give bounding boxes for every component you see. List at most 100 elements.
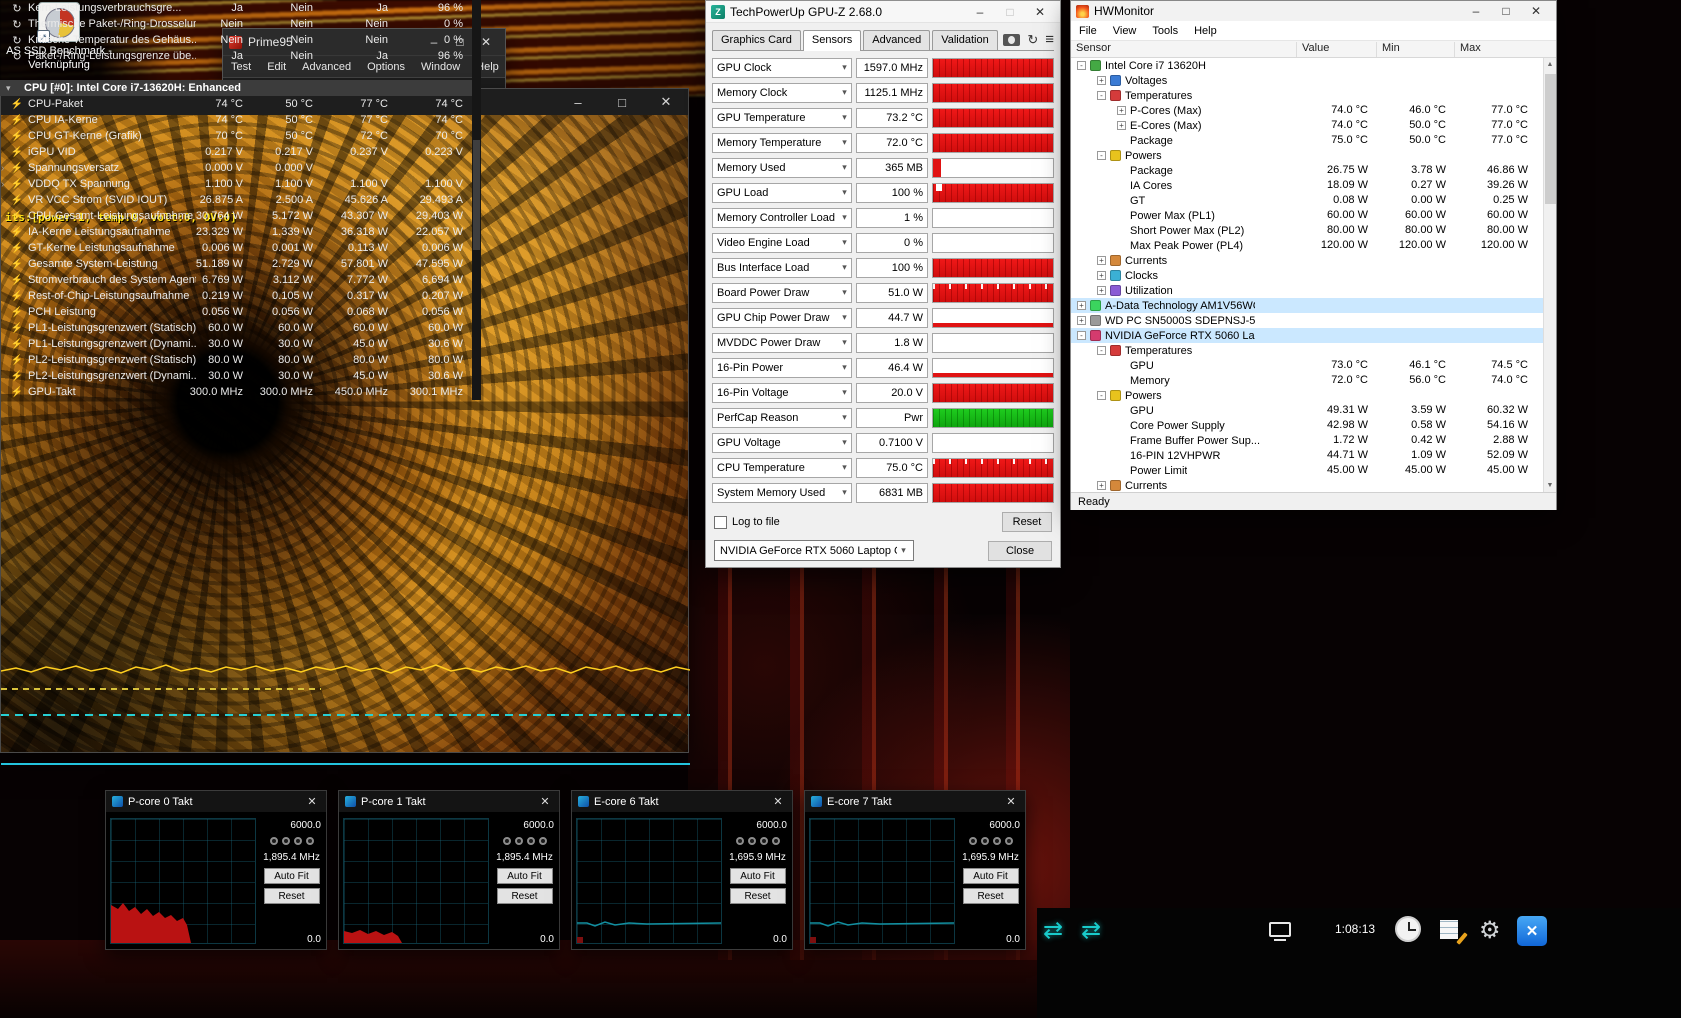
sensor-tree-row[interactable]: +Clocks xyxy=(1071,268,1556,283)
dropdown-arrow-icon[interactable]: ▾ xyxy=(838,287,851,298)
sensor-row[interactable]: ›⚡VDDQ TX Spannung1.100 V1.100 V1.100 V1… xyxy=(0,176,472,192)
sensor-tree-row[interactable]: +Voltages xyxy=(1071,73,1556,88)
sensor-row[interactable]: ⚡PL2-Leistungsgrenzwert (Dynami...30.0 W… xyxy=(0,368,472,384)
sensor-row[interactable]: ⚡CPU-Paket74 °C50 °C77 °C74 °C xyxy=(0,96,472,112)
close-icon[interactable]: ✕ xyxy=(770,795,786,808)
dropdown-arrow-icon[interactable]: ▾ xyxy=(838,212,851,223)
collapse-icon[interactable]: - xyxy=(1077,61,1086,70)
camera-icon[interactable] xyxy=(1003,34,1020,46)
sensor-label-box[interactable]: Memory Temperature▾ xyxy=(712,133,852,153)
vertical-scrollbar[interactable] xyxy=(472,0,481,400)
sensor-tree-row[interactable]: Power Max (PL1)60.00 W60.00 W60.00 W xyxy=(1071,208,1556,223)
sensor-row[interactable]: ⚡CPU IA-Kerne74 °C50 °C77 °C74 °C xyxy=(0,112,472,128)
menu-tools[interactable]: Tools xyxy=(1144,22,1186,40)
sensor-label-box[interactable]: GPU Chip Power Draw▾ xyxy=(712,308,852,328)
dropdown-arrow-icon[interactable]: ▾ xyxy=(838,112,851,123)
sensor-group-header[interactable]: ▾CPU [#0]: Intel Core i7-13620H: Enhance… xyxy=(0,80,472,96)
sensor-tree-row[interactable]: Short Power Max (PL2)80.00 W80.00 W80.00… xyxy=(1071,223,1556,238)
sensor-tree-row[interactable]: +WD PC SN5000S SDEPNSJ-512G... xyxy=(1071,313,1556,328)
sensor-tree-row[interactable]: +Currents xyxy=(1071,478,1556,492)
sensor-row[interactable]: ⚡PL2-Leistungsgrenzwert (Statisch)80.0 W… xyxy=(0,352,472,368)
title-bar[interactable]: E-core 6 Takt✕ xyxy=(572,791,792,812)
vertical-scrollbar[interactable]: ▲ ▼ xyxy=(1543,58,1556,492)
sensor-tree-row[interactable]: Package75.0 °C50.0 °C77.0 °C xyxy=(1071,133,1556,148)
sensor-label-box[interactable]: GPU Load▾ xyxy=(712,183,852,203)
collapse-icon[interactable]: - xyxy=(1097,346,1106,355)
expand-icon[interactable]: + xyxy=(1097,481,1106,490)
menu-help[interactable]: Help xyxy=(1186,22,1225,40)
reset-button[interactable]: Reset xyxy=(1002,512,1052,532)
close-button[interactable]: ✕ xyxy=(1025,5,1055,19)
clock-icon[interactable] xyxy=(1395,916,1421,942)
sensor-row[interactable]: ↻Kern-Leistungsverbrauchsgre...JaNeinJa9… xyxy=(0,0,472,16)
sensor-row[interactable]: ⚡VR VCC Strom (SVID IOUT)26.875 A2.500 A… xyxy=(0,192,472,208)
dropdown-arrow-icon[interactable]: ▾ xyxy=(838,87,851,98)
sensor-row[interactable]: ⚡GT-Kerne Leistungsaufnahme0.006 W0.001 … xyxy=(0,240,472,256)
expand-icon[interactable]: + xyxy=(1097,286,1106,295)
dropdown-arrow-icon[interactable]: ▾ xyxy=(838,162,851,173)
sensor-label-box[interactable]: CPU Temperature▾ xyxy=(712,458,852,478)
sensor-label-box[interactable]: PerfCap Reason▾ xyxy=(712,408,852,428)
menu-icon[interactable]: ≡ xyxy=(1045,34,1054,46)
dropdown-arrow-icon[interactable]: ▾ xyxy=(838,187,851,198)
swap-arrows-icon-2[interactable]: ⇄ xyxy=(1081,916,1101,945)
chevron-down-icon[interactable]: ▾ xyxy=(6,83,11,94)
maximize-button[interactable]: □ xyxy=(1491,4,1521,18)
tab-advanced[interactable]: Advanced xyxy=(863,30,930,50)
sensor-tree-row[interactable]: +A-Data Technology AM1V56WC... xyxy=(1071,298,1556,313)
dropdown-arrow-icon[interactable]: ▾ xyxy=(838,412,851,423)
sensor-row[interactable]: ⚡IA-Kerne Leistungsaufnahme23.329 W1.339… xyxy=(0,224,472,240)
reset-button[interactable]: Reset xyxy=(963,888,1019,904)
column-min[interactable]: Min xyxy=(1376,42,1400,57)
sensor-tree-row[interactable]: Core Power Supply42.98 W0.58 W54.16 W xyxy=(1071,418,1556,433)
reset-button[interactable]: Reset xyxy=(264,888,320,904)
collapse-icon[interactable]: - xyxy=(1097,391,1106,400)
scroll-up-icon[interactable]: ▲ xyxy=(1544,58,1556,71)
sensor-label-box[interactable]: Memory Controller Load▾ xyxy=(712,208,852,228)
reset-button[interactable]: Reset xyxy=(497,888,553,904)
collapse-icon[interactable]: - xyxy=(1077,331,1086,340)
gpu-selector-dropdown[interactable]: NVIDIA GeForce RTX 5060 Laptop GPU ▾ xyxy=(714,540,914,561)
sensor-row[interactable]: ⚡iGPU VID0.217 V0.217 V0.237 V0.223 V xyxy=(0,144,472,160)
column-sensor[interactable]: Sensor xyxy=(1071,42,1111,57)
close-icon[interactable]: ✕ xyxy=(1003,795,1019,808)
sensor-row[interactable]: ⚡PCH Leistung0.056 W0.056 W0.068 W0.056 … xyxy=(0,304,472,320)
expand-icon[interactable]: + xyxy=(1117,106,1126,115)
sensor-tree-row[interactable]: Max Peak Power (PL4)120.00 W120.00 W120.… xyxy=(1071,238,1556,253)
close-app-button[interactable]: Close xyxy=(988,541,1052,561)
sensor-row[interactable]: ›⚡Spannungsversatz0.000 V0.000 V xyxy=(0,160,472,176)
column-max[interactable]: Max xyxy=(1454,42,1481,57)
dropdown-arrow-icon[interactable]: ▾ xyxy=(838,62,851,73)
collapse-icon[interactable]: - xyxy=(1097,151,1106,160)
sensor-tree-row[interactable]: GPU49.31 W3.59 W60.32 W xyxy=(1071,403,1556,418)
sensor-label-box[interactable]: Board Power Draw▾ xyxy=(712,283,852,303)
sensor-row[interactable]: ⚡CPU-Gesamt-Leistungsaufnahme30.764 W5.1… xyxy=(0,208,472,224)
clock-time[interactable]: 1:08:13 xyxy=(1335,922,1375,936)
title-bar[interactable]: P-core 1 Takt✕ xyxy=(339,791,559,812)
auto-fit-button[interactable]: Auto Fit xyxy=(497,868,553,884)
sensor-tree-row[interactable]: +Utilization xyxy=(1071,283,1556,298)
expand-icon[interactable]: + xyxy=(1097,76,1106,85)
sensor-label-box[interactable]: 16-Pin Power▾ xyxy=(712,358,852,378)
collapse-icon[interactable]: - xyxy=(1097,91,1106,100)
sensor-tree-row[interactable]: IA Cores18.09 W0.27 W39.26 W xyxy=(1071,178,1556,193)
expand-icon[interactable]: + xyxy=(1097,271,1106,280)
sensor-tree-row[interactable]: +P-Cores (Max)74.0 °C46.0 °C77.0 °C xyxy=(1071,103,1556,118)
sensor-row[interactable]: ⚡Rest-of-Chip-Leistungsaufnahme0.219 W0.… xyxy=(0,288,472,304)
sensor-row[interactable]: ↻Kritische Temperatur des Gehäus...NeinN… xyxy=(0,32,472,48)
sensor-label-box[interactable]: Memory Clock▾ xyxy=(712,83,852,103)
sensor-label-box[interactable]: Memory Used▾ xyxy=(712,158,852,178)
dropdown-arrow-icon[interactable]: ▾ xyxy=(838,437,851,448)
sensor-row[interactable]: ↻Thermische Paket-/Ring-DrosselungNeinNe… xyxy=(0,16,472,32)
notes-icon[interactable] xyxy=(1437,916,1461,943)
close-button[interactable]: ✕ xyxy=(1521,4,1551,18)
refresh-icon[interactable]: ↻ xyxy=(1027,34,1038,46)
sensor-row[interactable]: ⚡Stromverbrauch des System Agent6.769 W3… xyxy=(0,272,472,288)
dropdown-arrow-icon[interactable]: ▾ xyxy=(838,387,851,398)
tab-sensors[interactable]: Sensors xyxy=(803,30,861,51)
expand-icon[interactable]: + xyxy=(1097,256,1106,265)
dropdown-arrow-icon[interactable]: ▾ xyxy=(838,137,851,148)
sensor-row[interactable]: ⚡PL1-Leistungsgrenzwert (Dynami...30.0 W… xyxy=(0,336,472,352)
maximize-button[interactable]: □ xyxy=(600,89,644,115)
reset-button[interactable]: Reset xyxy=(730,888,786,904)
